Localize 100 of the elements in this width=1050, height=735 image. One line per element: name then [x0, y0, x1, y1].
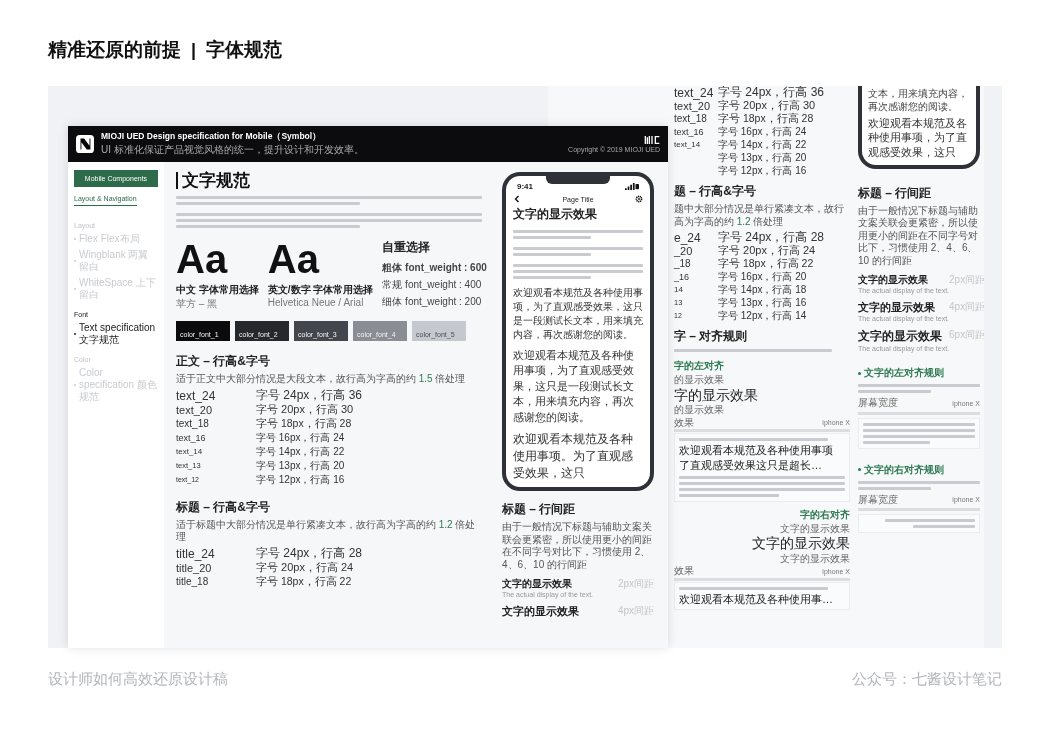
signal-icon [625, 182, 639, 190]
font-spec: 字号 18px，行高 28 [256, 416, 352, 431]
back-icon[interactable] [513, 195, 521, 203]
width-label: 效果 [674, 565, 694, 577]
font-spec: 字号 12px，行高 14 [718, 308, 807, 323]
sample-title: 文字的显示效果 [858, 300, 936, 316]
subsection-title: 文字的左对齐规则 [864, 366, 944, 381]
style-name: _16 [674, 271, 691, 282]
font-spec: 字号 20px，行高 24 [718, 244, 816, 258]
bullet-icon [858, 371, 861, 375]
style-name: text_24 [674, 86, 715, 100]
style-name: text_24 [176, 388, 217, 403]
width-label: 屏幕宽度 [858, 397, 898, 409]
sample-title: 文字的显示效果 [858, 328, 943, 346]
style-name: text_20 [674, 99, 711, 112]
section-note: 适于正文中大部分情况是大段文本，故行高为字高的约 1.5 倍处理 [176, 373, 467, 386]
font-spec: 字号 18px，行高 28 [718, 111, 814, 126]
style-name: text_14 [674, 140, 702, 149]
weight-title: 自重选择 [382, 239, 432, 256]
subsection-title: 字的右对齐 [799, 507, 850, 522]
striped-logo-icon [644, 135, 660, 145]
weight-option: 细体 font_weight : 200 [382, 295, 487, 309]
sample-text: 文字的显示效果 [779, 522, 850, 535]
font-spec: 字号 16px，行高 24 [718, 124, 807, 139]
font-sample: Aa [176, 239, 229, 279]
style-name: text_20 [176, 403, 214, 416]
sidebar-item[interactable]: Text specification 文字规范 [74, 322, 158, 346]
sample-paragraph: 欢迎观看本规范及各种使用事项，为了直观感受效果，这只 [868, 116, 968, 159]
font-name: Helvetica Neue / Arial [267, 297, 365, 308]
section-title: 标题 – 行间距 [502, 501, 577, 519]
subsection-title: 文字的右对齐规则 [864, 462, 944, 477]
section-title: 正文 – 行高&字号 [176, 353, 271, 370]
phone-notch [546, 176, 610, 184]
subsection-title: 字的左对齐 [674, 359, 725, 373]
style-name: title_24 [176, 546, 216, 561]
slide-title: 精准还原的前提 [48, 38, 181, 62]
font-spec: 字号 16px，行高 20 [718, 269, 807, 284]
font-spec: 字号 14px，行高 18 [718, 282, 807, 297]
font-spec: 字号 14px，行高 22 [718, 137, 807, 152]
site-title: MIOJI UED Design specification for Mobile（Symbol） [101, 131, 323, 143]
font-spec: 字号 12px，行高 16 [718, 163, 807, 178]
sample-caption: 中文 字体常用选择 [176, 283, 259, 297]
weight-option: 常规 font_weight : 400 [382, 278, 487, 292]
footer-text: 设计师如何高效还原设计稿 [48, 670, 228, 689]
sample-title: 文字的显示效果 [858, 273, 929, 288]
sample-text: 文字的显示效果 [751, 535, 850, 552]
sample-text: 字的显示效果 [674, 386, 759, 404]
font-spec: 字号 20px，行高 30 [256, 402, 354, 417]
section-title: 标题 – 行间距 [858, 184, 933, 202]
font-spec: 字号 24px，行高 28 [256, 545, 363, 562]
slide-subtitle: 字体规范 [206, 38, 283, 62]
font-spec: 字号 20px，行高 30 [718, 99, 816, 113]
style-name: text_16 [674, 126, 705, 137]
font-spec: 字号 13px，行高 16 [718, 295, 807, 310]
weight-option: 粗体 font_weight : 600 [382, 261, 487, 275]
style-name: _18 [674, 258, 692, 269]
sample-title: 文字的显示效果 [502, 604, 579, 620]
style-name: text_18 [674, 113, 708, 124]
section-title: 题 – 行高&字号 [674, 183, 757, 200]
screen-heading: 文字的显示效果 [513, 206, 598, 223]
sample-title: 文字的显示效果 [502, 577, 573, 592]
sample-text: 欢迎观看本规范及各种使用事… [679, 592, 834, 607]
style-name: text_16 [176, 432, 207, 443]
font-spec: 字号 14px，行高 22 [256, 444, 345, 459]
font-spec: 字号 24px，行高 36 [256, 387, 363, 404]
font-spec: 字号 24px，行高 28 [718, 229, 825, 245]
section-note: 由于一般情况下标题与辅助文案关联会更紧密，所以使用更小的间距在不同字号对比下，习惯使用 2、4、6、10 的行间距 [502, 521, 653, 572]
width-label: 效果 [674, 416, 694, 429]
width-label: 屏幕宽度 [858, 493, 898, 506]
font-spec: 字号 13px，行高 20 [718, 150, 807, 165]
section-title: 标题 – 行高&字号 [176, 498, 271, 516]
sample-text: 欢迎观看本规范及各种使用事项 [679, 444, 834, 458]
sample-paragraph: 欢迎观看本规范及各种使用事项。为了直观感受效果，这只 [513, 430, 634, 482]
font-spec: 字号 20px，行高 24 [256, 560, 354, 575]
sample-text: 了直观感受效果这只是超长… [679, 459, 823, 473]
bullet-icon [858, 468, 861, 472]
style-name: title_20 [176, 561, 213, 574]
sample-text: 的显示效果 [674, 404, 725, 416]
logo-icon [76, 135, 94, 153]
section-note: 适于标题中大部分情况是单行紧凑文本，故行高为字高的约 1.2 倍处理 [176, 518, 477, 544]
style-name: 14 [674, 285, 684, 294]
site-subtitle: UI 标准化保证产品视觉风格的统一，提升设计和开发效率。 [101, 143, 365, 157]
style-name: text_18 [176, 418, 210, 429]
settings-icon[interactable] [635, 195, 643, 203]
font-spec: 字号 18px，行高 22 [256, 574, 352, 589]
font-spec: 字号 24px，行高 36 [718, 86, 825, 100]
title-separator: | [191, 39, 197, 61]
style-name: e_24 [674, 230, 702, 245]
style-name: title_18 [176, 576, 210, 587]
sample-paragraph: 文本，用来填充内容，再次感谢您的阅读。 [868, 88, 969, 113]
footer-text: 公众号：七酱设计笔记 [852, 670, 1002, 689]
section-note: 由于一般情况下标题与辅助文案关联会更紧密，所以使用更小的间距在不同字号对比下，习惯使用 2、4、6、10 的行间距 [858, 204, 979, 268]
section-note: 题中大部分情况是单行紧凑文本，故行高为字高的约 1.2 倍处理 [674, 203, 845, 228]
font-sample: Aa [267, 239, 321, 279]
sample-paragraph: 欢迎观看本规范及各种使用事项，为了直观感受效果，这只是一段测试长文本，用来填充内容，再次感谢您的阅读。 [513, 286, 643, 342]
sample-text: 文字的显示效果 [779, 552, 850, 565]
style-name: text_14 [176, 447, 204, 456]
font-spec: 字号 16px，行高 24 [256, 430, 345, 445]
sample-caption: 英文/数字 字体常用选择 [267, 283, 374, 297]
font-name: 苹方 – 黑 [176, 297, 219, 311]
